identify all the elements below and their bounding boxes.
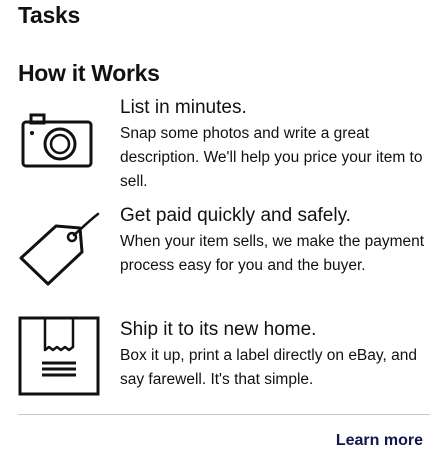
- shipping-box-icon: [18, 316, 100, 396]
- step-description: Snap some photos and write a great descr…: [120, 125, 423, 190]
- how-it-works-title: How it Works: [18, 60, 160, 86]
- step-heading: List in minutes.: [120, 97, 247, 118]
- step-description: When your item sells, we make the paymen…: [120, 233, 425, 274]
- divider: [18, 414, 430, 415]
- learn-more-link[interactable]: Learn more: [336, 432, 423, 450]
- step-heading: Get paid quickly and safely.: [120, 205, 351, 226]
- step-heading: Ship it to its new home.: [120, 319, 317, 340]
- camera-icon: [18, 112, 96, 182]
- tasks-title: Tasks: [18, 2, 81, 28]
- step-description: Box it up, print a label directly on eBa…: [120, 347, 417, 388]
- price-tag-icon: [18, 208, 100, 286]
